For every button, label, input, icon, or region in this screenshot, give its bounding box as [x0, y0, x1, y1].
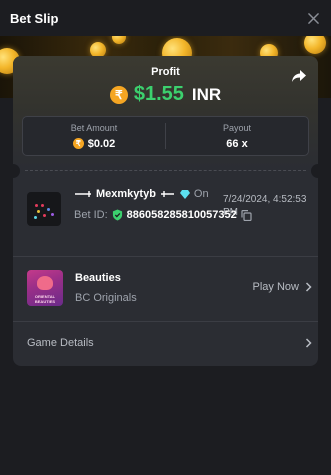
rupee-coin-icon: ₹	[109, 85, 128, 104]
bet-amount-label: Bet Amount	[70, 122, 118, 133]
payout-label: Payout	[222, 122, 252, 133]
profit-row: ₹ $1.55 INR	[13, 83, 318, 106]
ticket-divider	[25, 170, 306, 171]
bet-id-label: Bet ID:	[74, 209, 108, 221]
play-now-button[interactable]: Play Now	[253, 281, 312, 293]
profit-currency: INR	[191, 84, 222, 104]
chevron-right-icon	[305, 282, 312, 292]
bet-slip-title: Bet Slip	[10, 10, 59, 26]
profit-section: Profit ₹ $1.55 INR Bet Amount ₹ $0.02 Pa…	[13, 56, 318, 168]
section-divider	[13, 321, 318, 322]
play-now-label: Play Now	[252, 281, 299, 293]
bet-amount-stat: Bet Amount ₹ $0.02	[23, 117, 165, 155]
on-text: On	[193, 188, 209, 200]
share-icon[interactable]	[290, 67, 308, 85]
bet-amount-value-row: ₹ $0.02	[72, 137, 116, 150]
bet-info-row: Mexmkytyb On 7/24/2024, 4:52:53 PM Bet I…	[27, 184, 312, 244]
coin-decoration	[112, 36, 126, 44]
close-button[interactable]	[305, 10, 321, 26]
game-provider: BC Originals	[75, 292, 137, 304]
diamond-icon	[179, 189, 190, 199]
bet-slip-card: Profit ₹ $1.55 INR Bet Amount ₹ $0.02 Pa…	[13, 56, 318, 366]
chevron-right-icon	[305, 338, 312, 348]
bet-id-line: Bet ID: 886058285810057352	[74, 209, 252, 221]
bet-amount-value: $0.02	[87, 137, 116, 150]
game-thumbnail-text: ORIENTAL BEAUTIES	[34, 294, 56, 304]
username[interactable]: Mexmkytyb	[96, 188, 156, 200]
payout-value: 66 x	[226, 137, 248, 150]
rupee-coin-icon: ₹	[72, 138, 84, 149]
coin-decoration	[304, 36, 326, 54]
game-details-row[interactable]: Game Details	[27, 331, 312, 355]
user-line: Mexmkytyb On	[74, 188, 209, 200]
game-details-label: Game Details	[27, 337, 94, 349]
game-thumbnail[interactable]: ORIENTAL BEAUTIES	[27, 270, 63, 306]
copy-icon[interactable]	[241, 209, 252, 221]
bet-slip-header: Bet Slip	[0, 0, 331, 36]
game-row: ORIENTAL BEAUTIES Beauties BC Originals …	[27, 263, 312, 313]
shield-icon	[112, 209, 122, 221]
game-art	[37, 276, 53, 290]
avatar[interactable]	[27, 192, 61, 226]
sword-icon	[160, 191, 174, 197]
bet-id-value: 886058285810057352	[126, 209, 237, 221]
profit-label: Profit	[151, 66, 180, 78]
close-icon	[307, 12, 319, 24]
bet-stats: Bet Amount ₹ $0.02 Payout 66 x	[22, 116, 309, 156]
payout-stat: Payout 66 x	[165, 122, 308, 150]
ticket-notch-right	[311, 164, 318, 178]
profit-amount: $1.55	[133, 83, 184, 105]
section-divider	[13, 256, 318, 257]
game-name: Beauties	[75, 272, 121, 284]
sword-icon	[75, 191, 91, 197]
